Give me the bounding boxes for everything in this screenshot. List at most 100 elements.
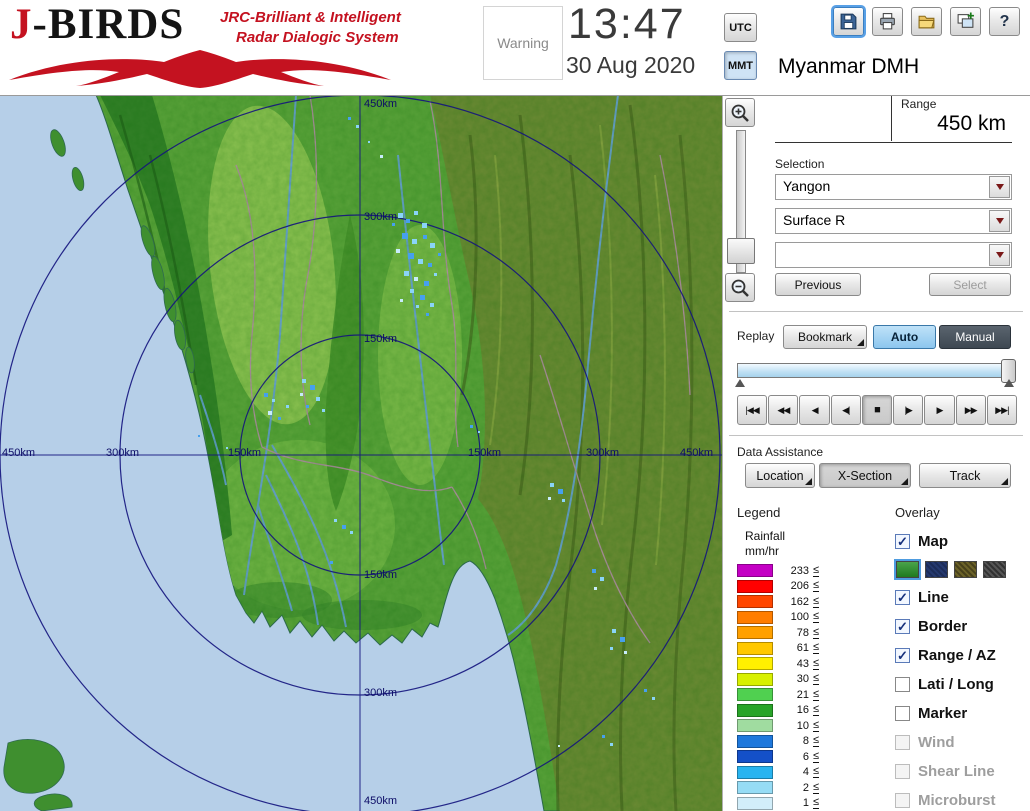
fast-forward-button[interactable]: ▶▶ bbox=[956, 395, 986, 425]
rain-echo bbox=[652, 697, 655, 700]
legend-value: 162 bbox=[785, 596, 809, 608]
stop-button[interactable]: ■ bbox=[862, 395, 892, 425]
legend-value: 21 bbox=[785, 689, 809, 701]
da-button-label: X-Section bbox=[838, 469, 892, 483]
range-ring-label: 450km bbox=[364, 98, 397, 110]
location-button[interactable]: Location bbox=[745, 463, 815, 488]
checkbox-map[interactable]: ✓ bbox=[895, 534, 910, 549]
utc-button[interactable]: UTC bbox=[724, 13, 757, 42]
fast-rewind-button[interactable]: ◀◀ bbox=[768, 395, 798, 425]
jump-end-button[interactable]: ▶▶| bbox=[987, 395, 1017, 425]
play-back-button[interactable]: ◀ bbox=[799, 395, 829, 425]
rain-echo bbox=[368, 141, 370, 143]
legend-rows: 233≤206≤162≤100≤78≤61≤43≤30≤21≤16≤10≤8≤6… bbox=[737, 563, 867, 811]
play-button[interactable]: ▶ bbox=[924, 395, 954, 425]
x-section-button[interactable]: X-Section bbox=[819, 463, 911, 488]
legend-row: 30≤ bbox=[737, 672, 867, 688]
dropdown-product[interactable]: Surface R bbox=[775, 208, 1012, 234]
legend-unit-mmhr: mm/hr bbox=[745, 544, 779, 558]
mmt-button[interactable]: MMT bbox=[724, 51, 757, 80]
rain-echo bbox=[392, 223, 395, 226]
legend-row: 21 ≤ bbox=[737, 687, 867, 703]
warning-panel[interactable]: Warning bbox=[483, 6, 563, 80]
previous-button[interactable]: Previous bbox=[775, 273, 861, 296]
overlay-title: Overlay bbox=[895, 505, 940, 520]
overlay-item-lati-long: Lati / Long bbox=[895, 670, 1029, 699]
save-icon bbox=[839, 12, 858, 31]
rain-echo bbox=[416, 305, 419, 308]
select-button[interactable]: Select bbox=[929, 273, 1011, 296]
capture-icon bbox=[956, 12, 975, 31]
manual-button[interactable]: Manual bbox=[939, 325, 1011, 349]
track-button[interactable]: Track bbox=[919, 463, 1011, 488]
zoom-in-button[interactable] bbox=[725, 98, 755, 127]
checkbox-line[interactable]: ✓ bbox=[895, 590, 910, 605]
logo-tagline-1: JRC-Brilliant & Intelligent bbox=[220, 9, 401, 26]
separator bbox=[729, 435, 1023, 437]
range-label: Range bbox=[901, 97, 936, 111]
checkbox-range-az[interactable]: ✓ bbox=[895, 648, 910, 663]
overlay-items: ✓Map✓Line✓Border✓Range / AZLati / LongMa… bbox=[895, 527, 1029, 811]
legend-lte-symbol: ≤ bbox=[813, 580, 819, 592]
rain-echo bbox=[428, 263, 432, 267]
checkbox-border[interactable]: ✓ bbox=[895, 619, 910, 634]
radar-map[interactable]: 450km300km150km150km300km450km450km300km… bbox=[0, 95, 722, 811]
legend-lte-symbol: ≤ bbox=[813, 797, 819, 809]
range-ring-label: 300km bbox=[586, 447, 619, 459]
step-forward-button[interactable]: |▶ bbox=[893, 395, 923, 425]
range-ring-label: 450km bbox=[680, 447, 713, 459]
open-file-button[interactable] bbox=[911, 7, 942, 36]
rain-echo bbox=[644, 689, 647, 692]
data-assistance-label: Data Assistance bbox=[737, 445, 823, 459]
legend-lte-symbol: ≤ bbox=[813, 689, 819, 701]
legend-row: 4≤ bbox=[737, 765, 867, 781]
open-folder-icon bbox=[917, 12, 936, 31]
map-swatch-green[interactable] bbox=[896, 561, 919, 578]
rain-echo bbox=[620, 637, 625, 642]
rain-echo bbox=[562, 499, 565, 502]
help-button[interactable]: ? bbox=[989, 7, 1020, 36]
map-swatch-navy[interactable] bbox=[925, 561, 948, 578]
dropdown-arrow-button[interactable] bbox=[989, 210, 1010, 232]
bookmark-button[interactable]: Bookmark bbox=[783, 325, 867, 349]
main-area: 450km300km150km150km300km450km450km300km… bbox=[0, 95, 1030, 811]
rain-echo bbox=[423, 235, 427, 239]
checkbox-marker[interactable] bbox=[895, 706, 910, 721]
range-ring-label: 150km bbox=[364, 333, 397, 345]
rain-echo bbox=[300, 393, 303, 396]
warning-label: Warning bbox=[484, 35, 562, 51]
auto-button[interactable]: Auto bbox=[873, 325, 936, 349]
rain-echo bbox=[316, 397, 320, 401]
rain-echo bbox=[420, 295, 425, 300]
dropdown-extra[interactable] bbox=[775, 242, 1012, 268]
rain-echo bbox=[272, 399, 275, 402]
jump-start-button[interactable]: |◀◀ bbox=[737, 395, 767, 425]
overlay-item-range-az: ✓Range / AZ bbox=[895, 641, 1029, 670]
dropdown-arrow-button[interactable] bbox=[989, 176, 1010, 198]
zoom-out-button[interactable] bbox=[725, 273, 755, 302]
rain-echo bbox=[414, 211, 418, 215]
map-color-swatches bbox=[895, 556, 1029, 583]
zoom-in-icon bbox=[730, 103, 750, 123]
rain-echo bbox=[380, 155, 383, 158]
print-button[interactable] bbox=[872, 7, 903, 36]
replay-timeline-slider[interactable] bbox=[737, 363, 1013, 378]
legend-lte-symbol: ≤ bbox=[813, 565, 819, 577]
dropdown-arrow-button[interactable] bbox=[989, 244, 1010, 266]
rain-echo bbox=[548, 497, 551, 500]
menu-corner-icon bbox=[1001, 478, 1008, 485]
rain-echo bbox=[348, 117, 351, 120]
capture-button[interactable] bbox=[950, 7, 981, 36]
dropdown-site[interactable]: Yangon bbox=[775, 174, 1012, 200]
range-ring-label: 300km bbox=[106, 447, 139, 459]
checkbox-lati-long[interactable] bbox=[895, 677, 910, 692]
step-back-button[interactable]: ◀| bbox=[831, 395, 861, 425]
save-button[interactable] bbox=[833, 7, 864, 36]
checkbox-shear-line bbox=[895, 764, 910, 779]
legend-color-swatch bbox=[737, 750, 773, 763]
legend-value: 233 bbox=[785, 565, 809, 577]
rain-echo bbox=[414, 277, 418, 281]
map-swatch-olive[interactable] bbox=[954, 561, 977, 578]
map-swatch-gray[interactable] bbox=[983, 561, 1006, 578]
zoom-slider-handle[interactable] bbox=[727, 238, 755, 264]
